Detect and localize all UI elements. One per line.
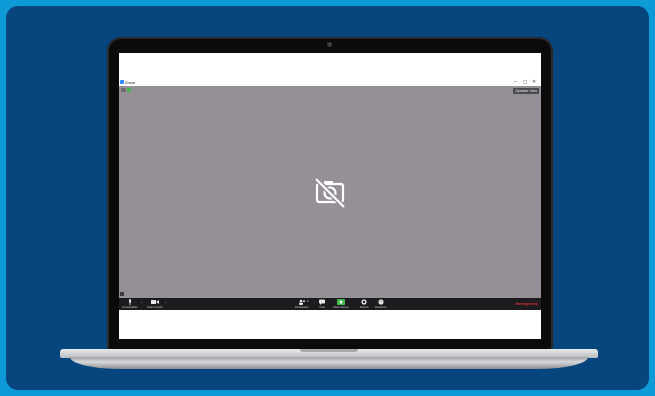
video-area: Speaker View <box>119 86 541 298</box>
webcam-icon <box>327 42 332 47</box>
share-screen-icon <box>336 299 345 305</box>
mute-label: Unmute/Mute <box>122 306 138 309</box>
encryption-shield-icon[interactable] <box>127 88 131 92</box>
window-title: Zoom <box>125 80 136 85</box>
microphone-icon <box>128 299 131 305</box>
background: Zoom – ◻ ✕ Speaker View Unmute/Mute ^ Vi… <box>0 0 655 396</box>
reactions-button[interactable]: Reactions <box>375 299 387 309</box>
chat-label: Chat <box>319 306 325 309</box>
share-screen-label: Share Screen <box>333 306 349 309</box>
participants-count: 2 <box>307 299 309 303</box>
view-toggle-button[interactable]: Speaker View <box>513 88 539 94</box>
participants-icon <box>298 299 305 305</box>
participant-name-tag <box>120 292 124 296</box>
end-meeting-button[interactable]: Meeting ended <box>516 302 538 306</box>
audio-options-chevron-icon[interactable]: ^ <box>141 301 142 305</box>
camera-off-icon <box>314 177 346 209</box>
reactions-smiley-icon <box>378 299 384 305</box>
video-camera-icon <box>150 300 159 304</box>
video-button[interactable]: Video Control <box>147 299 163 309</box>
chat-button[interactable]: Chat <box>319 299 325 309</box>
meeting-toolbar: Unmute/Mute ^ Video Control ^ Participan… <box>119 298 541 310</box>
reactions-label: Reactions <box>375 306 387 309</box>
chat-icon <box>319 299 325 305</box>
record-button[interactable]: Record <box>360 299 368 309</box>
video-label: Video Control <box>147 306 163 309</box>
close-button[interactable]: ✕ <box>532 79 536 86</box>
maximize-button[interactable]: ◻ <box>523 79 527 86</box>
info-icon[interactable] <box>121 88 126 92</box>
mute-button[interactable]: Unmute/Mute <box>122 299 138 309</box>
record-label: Record <box>360 306 369 309</box>
minimize-button[interactable]: – <box>514 79 517 86</box>
participants-label: Participants <box>295 306 309 309</box>
laptop-opening-notch <box>300 349 358 352</box>
record-icon <box>361 299 367 305</box>
laptop-screen: Zoom – ◻ ✕ Speaker View Unmute/Mute ^ Vi… <box>119 53 541 339</box>
zoom-logo-icon <box>120 80 124 84</box>
share-screen-button[interactable]: Share Screen <box>333 299 349 309</box>
laptop-base-lip <box>70 357 588 369</box>
video-options-chevron-icon[interactable]: ^ <box>165 301 166 305</box>
window-titlebar: Zoom – ◻ ✕ <box>119 79 541 86</box>
